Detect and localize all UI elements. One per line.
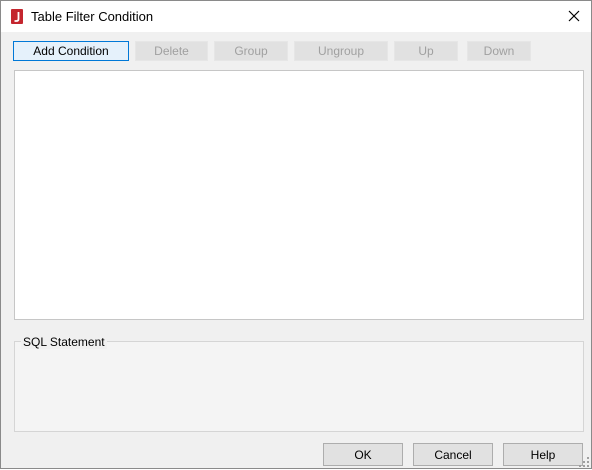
- resize-grip-icon[interactable]: [579, 456, 589, 467]
- dialog-title: Table Filter Condition: [31, 9, 154, 24]
- cancel-button[interactable]: Cancel: [413, 443, 493, 466]
- dialog-window: Table Filter Condition Add Condition Del…: [0, 0, 592, 469]
- ok-button[interactable]: OK: [323, 443, 403, 466]
- ungroup-button[interactable]: Ungroup: [294, 41, 388, 61]
- sql-statement-box[interactable]: [14, 341, 584, 432]
- down-button[interactable]: Down: [467, 41, 531, 61]
- close-icon: [568, 10, 580, 22]
- add-condition-button[interactable]: Add Condition: [13, 41, 129, 61]
- delete-button[interactable]: Delete: [135, 41, 208, 61]
- sql-statement-label: SQL Statement: [21, 335, 107, 349]
- help-button[interactable]: Help: [503, 443, 583, 466]
- up-button[interactable]: Up: [394, 41, 458, 61]
- condition-list[interactable]: [14, 70, 584, 320]
- close-button[interactable]: [561, 5, 587, 27]
- group-button[interactable]: Group: [214, 41, 288, 61]
- title-bar[interactable]: Table Filter Condition: [1, 1, 591, 32]
- jreport-j-icon: [11, 9, 23, 24]
